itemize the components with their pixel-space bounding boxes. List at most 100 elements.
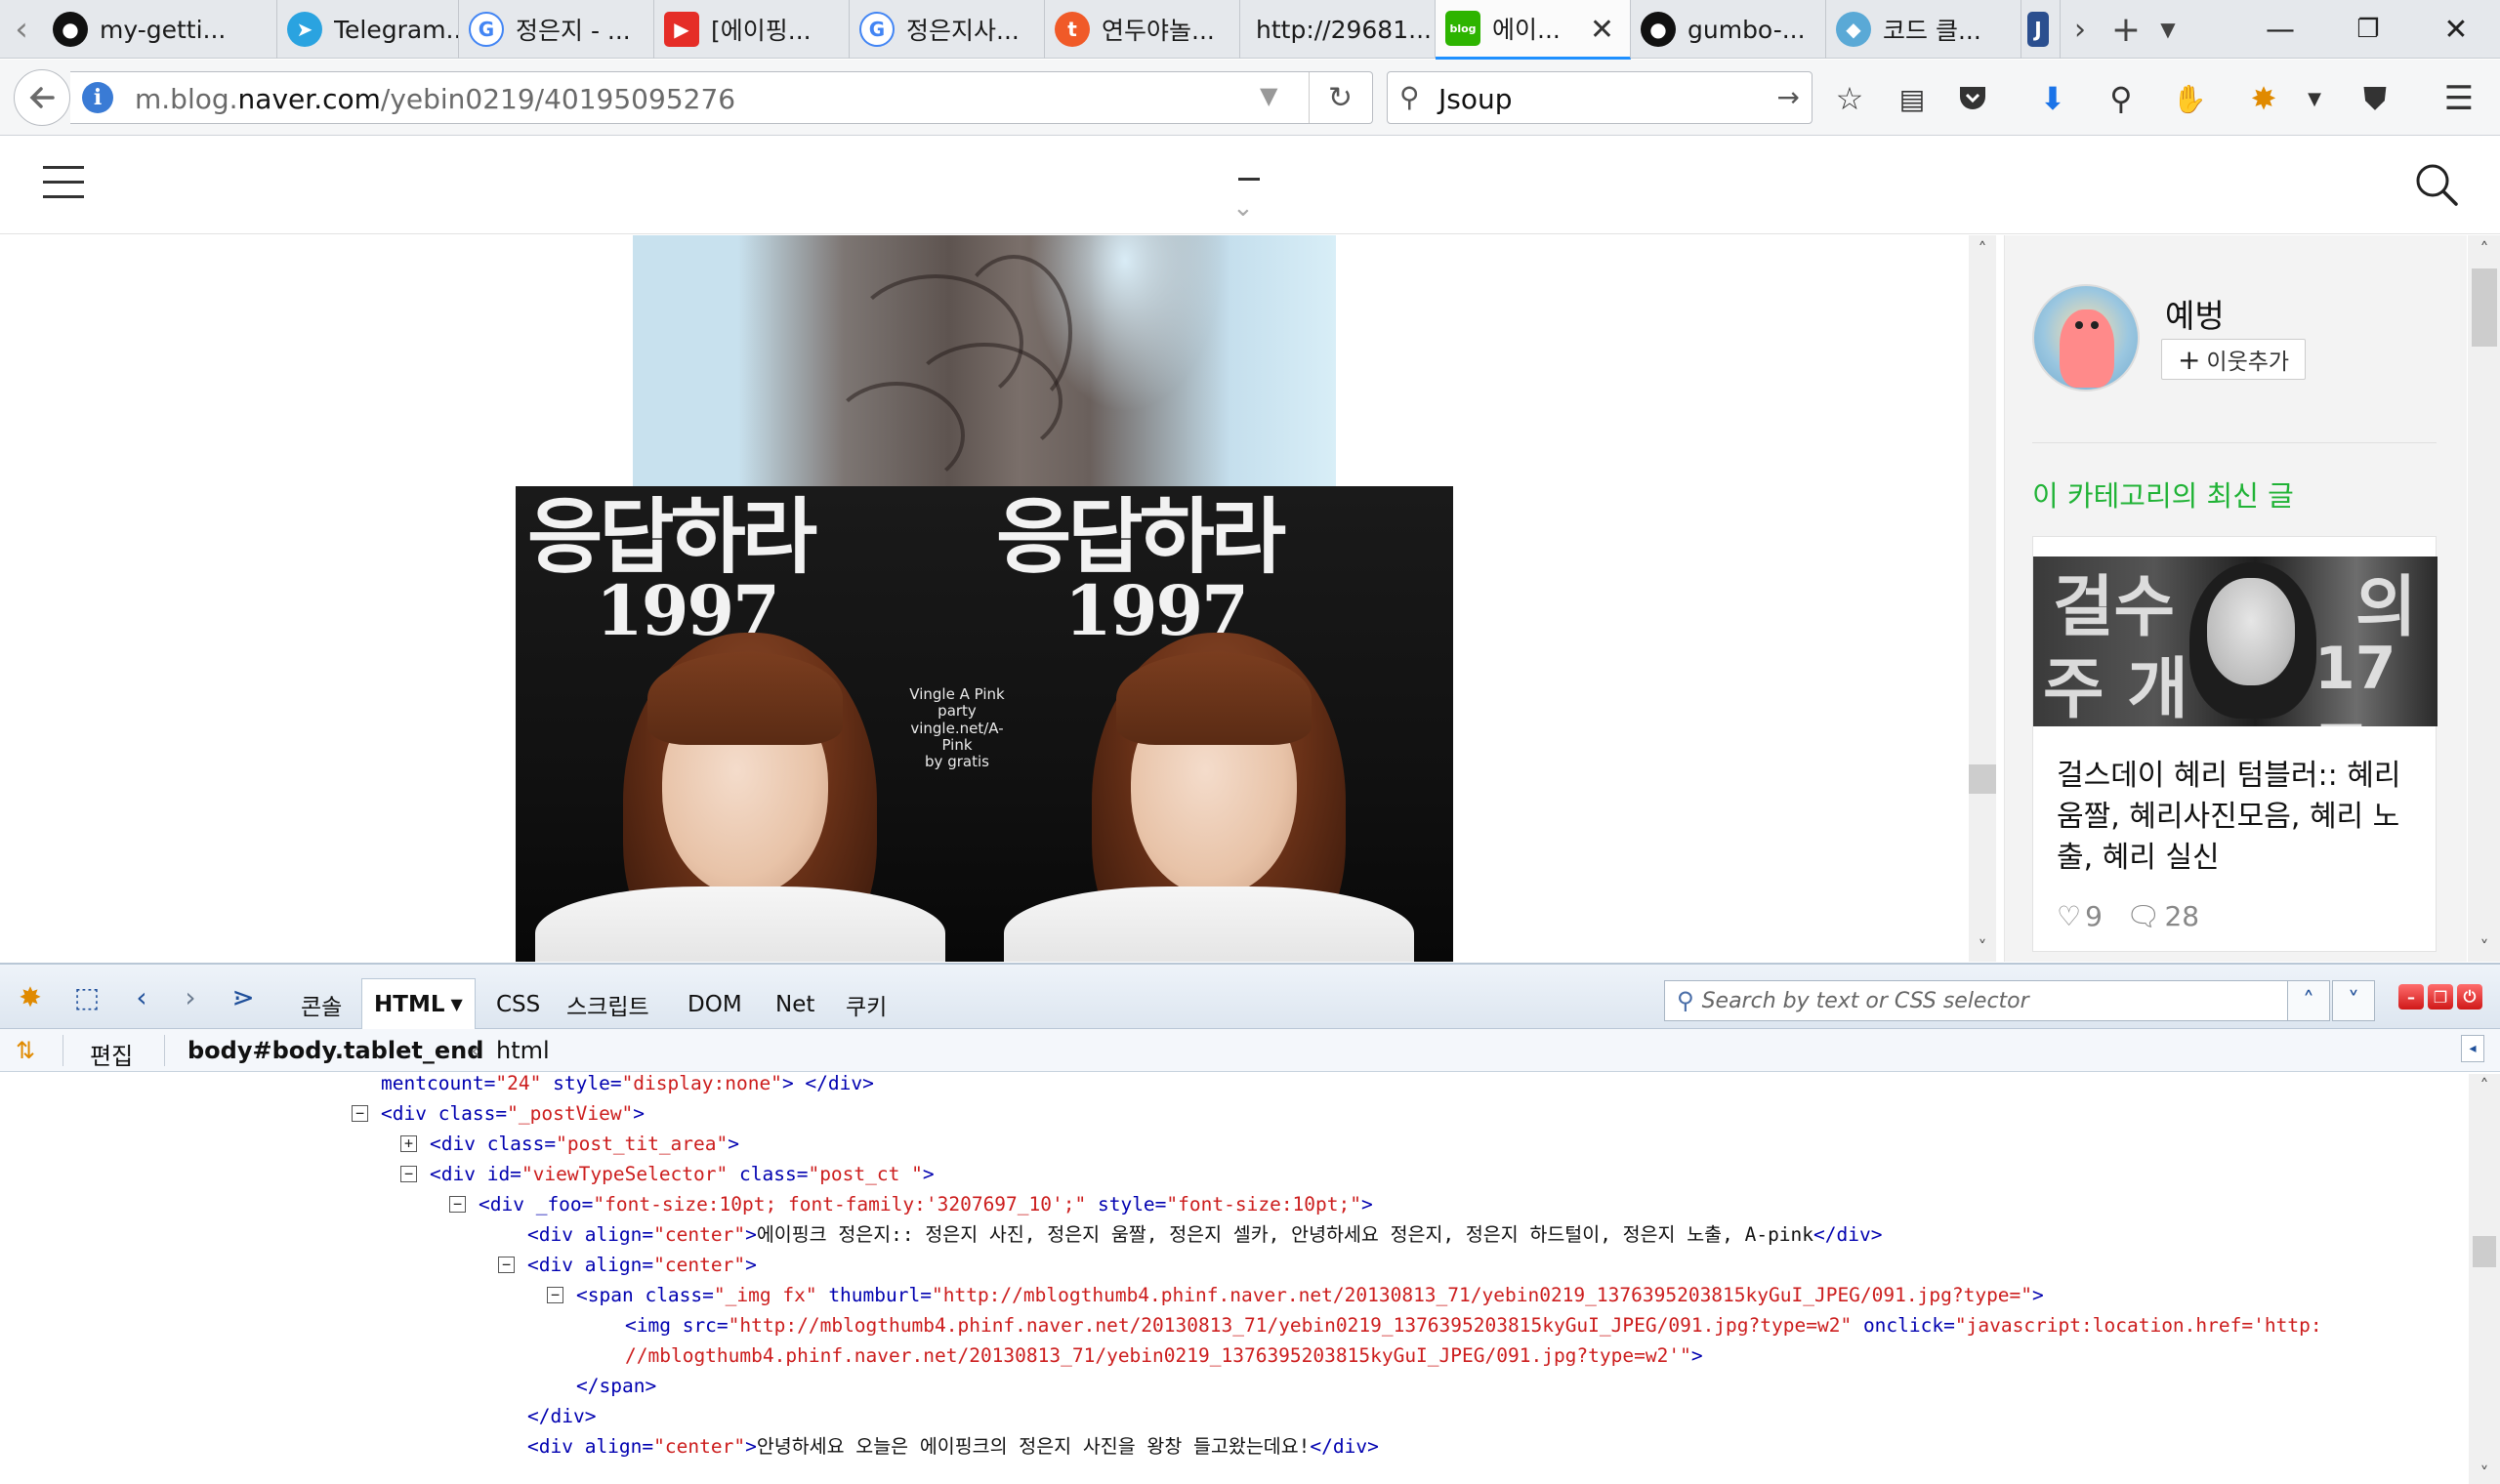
firebug-icon[interactable]: ✸ [2240, 75, 2287, 122]
collapse-node-icon[interactable]: − [449, 1196, 466, 1213]
scrollbar-thumb[interactable] [2473, 1236, 2496, 1267]
site-info-icon[interactable]: i [82, 82, 113, 113]
collapse-node-icon[interactable]: − [352, 1105, 368, 1122]
scroll-up-icon[interactable]: ˄ [2469, 1076, 2500, 1096]
breadcrumb-parent[interactable]: html [496, 1037, 550, 1064]
extension-hand-icon[interactable]: ✋ [2166, 75, 2213, 122]
devtools-detach-icon[interactable]: ❐ [2428, 984, 2453, 1010]
tab-console[interactable]: 콘솔 [289, 980, 354, 1029]
html-tree-line[interactable]: </div> [527, 1401, 596, 1431]
heart-icon[interactable]: ♡ [2057, 900, 2081, 932]
close-window-button[interactable]: ✕ [2412, 0, 2500, 59]
edit-button[interactable]: 편집 [90, 1037, 133, 1071]
html-tree-line[interactable]: </span> [576, 1371, 656, 1401]
browser-tab[interactable]: ▶ [에이핑... [654, 0, 850, 59]
browser-tab[interactable]: ● gumbo-... [1631, 0, 1826, 59]
back-button[interactable] [14, 69, 70, 126]
command-line-icon[interactable]: ⋗ [225, 978, 262, 1015]
firebug-icon[interactable]: ✸ [12, 978, 49, 1015]
expand-node-icon[interactable]: + [400, 1135, 417, 1152]
url-text[interactable]: m.blog.naver.com/yebin0219/40195095276 [135, 83, 735, 115]
bookmarks-menu-icon[interactable]: ▤ [1889, 75, 1936, 122]
tab-script[interactable]: 스크립트 [555, 980, 661, 1029]
html-tree-line[interactable]: − <span class="_img fx" thumburl="http://… [547, 1280, 2044, 1310]
tab-dom[interactable]: DOM [676, 980, 754, 1029]
html-tree-view[interactable]: mentcount="24" style="display:none"> </d… [0, 1074, 2469, 1484]
post-photo-hair[interactable] [633, 235, 1336, 487]
browser-tab-active[interactable]: blog 에이... ✕ [1436, 0, 1631, 60]
collapse-node-icon[interactable]: − [498, 1257, 515, 1273]
browser-tab[interactable]: G 정은지 - ... [459, 0, 654, 59]
open-menu-icon[interactable]: ☰ [2436, 75, 2482, 122]
browser-tab[interactable]: ● my-getti... [43, 0, 277, 59]
devtools-scrollbar[interactable]: ˄ ˅ [2469, 1074, 2500, 1484]
add-neighbor-button[interactable]: + 이웃추가 [2161, 339, 2306, 380]
devtools-search-input[interactable]: ⚲ Search by text or CSS selector [1664, 980, 2289, 1021]
url-history-dropdown-icon[interactable]: ▼ [1260, 82, 1277, 109]
html-tree-line[interactable]: − <div id="viewTypeSelector" class="post_… [400, 1159, 935, 1189]
html-tree-line[interactable]: − <div align="center"> [498, 1250, 757, 1280]
scroll-down-icon[interactable]: ˅ [2469, 1463, 2500, 1484]
scroll-down-icon[interactable]: ˅ [1969, 937, 1996, 958]
latest-post-card[interactable]: 걸수 의 주 개 17주 걸스데이 혜리 텀블러:: 혜리 움짤, 혜리사진모음… [2032, 536, 2438, 952]
chevron-down-icon[interactable]: ⌄ [1232, 193, 1254, 223]
devtools-minimize-icon[interactable]: – [2398, 984, 2424, 1010]
tab-net[interactable]: Net [764, 980, 826, 1029]
forward-icon[interactable]: › [172, 978, 209, 1015]
scrollbar-thumb[interactable] [1969, 764, 1996, 794]
zoom-magnifier-icon[interactable]: ⚲ [2098, 75, 2145, 122]
avatar[interactable] [2032, 284, 2140, 392]
html-tree-line[interactable]: //mblogthumb4.phinf.naver.net/20130813_7… [625, 1340, 1703, 1371]
downloads-icon[interactable]: ⬇ [2029, 75, 2076, 122]
html-tree-line[interactable]: <img src="http://mblogthumb4.phinf.naver… [625, 1310, 2322, 1340]
post-thumbnail[interactable]: 걸수 의 주 개 17주 [2033, 556, 2438, 726]
new-tab-button[interactable]: + [2102, 0, 2150, 59]
menu-hamburger-icon[interactable] [43, 166, 84, 199]
html-tree-line[interactable]: mentcount="24" style="display:none"> </d… [381, 1074, 874, 1098]
pocket-icon[interactable] [1949, 75, 1996, 122]
minimize-button[interactable]: — [2236, 0, 2324, 59]
scroll-up-icon[interactable]: ˄ [2468, 239, 2500, 260]
search-input[interactable]: Jsoup [1438, 83, 1513, 115]
url-bar[interactable]: i m.blog.naver.com/yebin0219/40195095276… [70, 71, 1373, 124]
post-photo-poster[interactable]: 응답하라 1997 응답하라 1997 Vingle A Pink party … [516, 486, 1453, 962]
html-tree-line[interactable]: <div align="center">안녕하세요 오늘은 에이핑크의 정은지 … [527, 1431, 1379, 1462]
edit-mode-icon[interactable]: ⇅ [16, 1037, 35, 1064]
browser-tab-partial[interactable]: J [2021, 0, 2061, 59]
browser-tab[interactable]: ➤ Telegram... [277, 0, 459, 59]
search-next-button[interactable]: ˅ [2332, 980, 2375, 1021]
list-tabs-button[interactable]: ▼ [2148, 0, 2188, 59]
scrollbar-thumb[interactable] [2472, 268, 2497, 347]
tab-html-dropdown-icon[interactable]: ▼ [450, 995, 462, 1013]
collapse-node-icon[interactable]: − [400, 1166, 417, 1182]
tab-cookies[interactable]: 쿠키 [834, 980, 898, 1029]
back-icon[interactable]: ‹ [123, 978, 160, 1015]
close-tab-icon[interactable]: ✕ [1590, 13, 1614, 47]
browser-tab[interactable]: ◆ 코드 클... [1826, 0, 2021, 59]
inspect-element-icon[interactable]: ⬚ [68, 978, 105, 1015]
blog-owner-name[interactable]: 예벙 [2165, 290, 2225, 337]
breadcrumb-current[interactable]: body#body.tablet_end [188, 1037, 483, 1064]
tab-scroll-right-button[interactable]: › [2061, 0, 2100, 59]
browser-tab[interactable]: t 연두야놀... [1045, 0, 1240, 59]
latest-post-title[interactable]: 걸스데이 혜리 텀블러:: 혜리 움짤, 혜리사진모음, 혜리 노출, 혜리 실… [2057, 756, 2424, 879]
restore-button[interactable]: ❐ [2324, 0, 2412, 59]
html-tree-line[interactable]: − <div class="_postView"> [352, 1098, 645, 1129]
devtools-close-icon[interactable]: ⏻ [2457, 984, 2482, 1010]
side-panel-toggle-icon[interactable]: ◂ [2461, 1035, 2484, 1062]
search-go-icon[interactable]: → [1777, 81, 1800, 113]
tab-css[interactable]: CSS [484, 980, 552, 1029]
sidebar-scrollbar[interactable]: ˄ ˅ [2468, 235, 2500, 962]
collapse-node-icon[interactable]: − [547, 1287, 563, 1303]
tab-scroll-left-button[interactable]: ‹ [0, 0, 43, 59]
scroll-up-icon[interactable]: ˄ [1969, 239, 1996, 260]
comment-icon[interactable]: 🗨 [2126, 900, 2161, 932]
search-bar[interactable]: ⚲ Jsoup → [1387, 71, 1812, 124]
extension-icon[interactable]: ⛊ [2352, 75, 2398, 122]
html-tree-line[interactable]: <div align="center">에이핑크 정은지:: 정은지 사진, 정… [527, 1219, 1882, 1250]
tab-html[interactable]: HTML ▼ [361, 978, 476, 1029]
firebug-menu-dropdown-icon[interactable]: ▼ [2291, 75, 2338, 122]
content-scrollbar[interactable]: ˄ ˅ [1969, 235, 1996, 962]
reload-icon[interactable]: ↻ [1309, 72, 1371, 123]
html-tree-line[interactable]: + <div class="post_tit_area"> [400, 1129, 739, 1159]
